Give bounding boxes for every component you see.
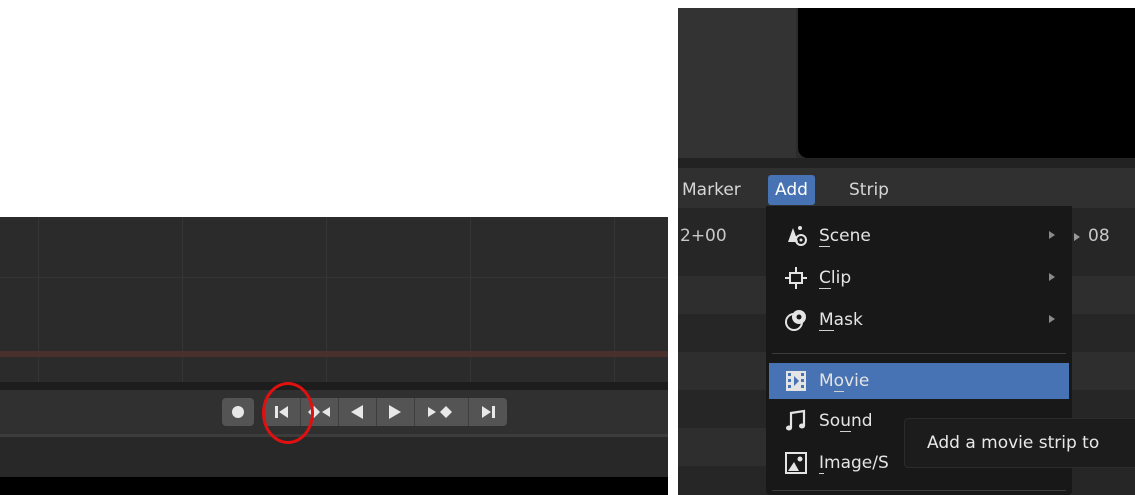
- sound-accelerator: u: [840, 411, 851, 432]
- jump-to-endpoint-icon: [481, 406, 495, 418]
- mask-label: ask: [833, 310, 863, 330]
- timeline-lower-area: [0, 437, 668, 477]
- sound-label-post: nd: [850, 411, 873, 431]
- grid-line: [614, 217, 615, 382]
- submenu-arrow: [1049, 231, 1055, 239]
- play-button[interactable]: [376, 398, 414, 426]
- menu-item-mask[interactable]: Mask: [769, 302, 1069, 338]
- submenu-arrow: [1049, 273, 1055, 281]
- playhead-marker: [1074, 233, 1080, 241]
- scene-accelerator: S: [819, 226, 830, 247]
- sequencer-panel: Marker Add Strip 2+00 10 08 Scene Clip M…: [678, 8, 1135, 495]
- clip-accelerator: C: [819, 268, 831, 289]
- clip-label: lip: [830, 268, 852, 288]
- mask-icon: [783, 307, 809, 333]
- movie-accelerator: o: [833, 371, 845, 392]
- timeline-frame-label: 2+00: [680, 226, 727, 246]
- scene-icon: [783, 223, 809, 249]
- menu-separator: [772, 490, 1066, 491]
- timeline-grid: [0, 217, 668, 382]
- next-keyframe-icon: [428, 406, 452, 418]
- grid-line: [326, 217, 327, 382]
- movie-label-post: vie: [844, 371, 870, 391]
- image-icon: [783, 450, 809, 476]
- scene-label: cene: [829, 226, 871, 246]
- grid-line: [182, 217, 183, 382]
- menu-add[interactable]: Add: [768, 175, 815, 205]
- timeline-frame-label: 08: [1088, 226, 1110, 246]
- grid-line: [470, 217, 471, 382]
- clip-icon: [783, 265, 809, 291]
- grid-line: [0, 277, 668, 278]
- menu-item-scene[interactable]: Scene: [769, 218, 1069, 254]
- menu-strip[interactable]: Strip: [842, 175, 896, 205]
- record-button[interactable]: [222, 398, 254, 426]
- menu-marker[interactable]: Marker: [678, 175, 748, 205]
- sound-label-pre: So: [819, 411, 841, 431]
- record-icon: [232, 406, 244, 418]
- divider: [678, 158, 1135, 168]
- grid-line: [38, 217, 39, 382]
- menu-item-movie[interactable]: Movie: [769, 363, 1069, 399]
- divider: [0, 382, 668, 390]
- sound-icon: [783, 408, 809, 434]
- tooltip: Add a movie strip to: [904, 418, 1135, 468]
- play-icon: [389, 405, 401, 419]
- play-reverse-icon: [351, 405, 363, 419]
- movie-icon: [783, 368, 809, 394]
- jump-to-end-button[interactable]: [468, 398, 507, 426]
- movie-label-pre: M: [819, 371, 834, 391]
- preview-viewer: [798, 8, 1135, 158]
- menu-item-clip[interactable]: Clip: [769, 260, 1069, 296]
- annotation-circle: [262, 382, 314, 444]
- jump-to-next-keyframe-button[interactable]: [414, 398, 468, 426]
- timeline-panel: [0, 217, 668, 495]
- submenu-arrow: [1049, 315, 1055, 323]
- mask-accelerator: M: [819, 310, 834, 331]
- play-reverse-button[interactable]: [338, 398, 376, 426]
- menu-separator: [772, 353, 1066, 354]
- frame-range-indicator: [0, 351, 668, 357]
- status-strip: [0, 477, 668, 495]
- preview-side-area: [678, 8, 796, 158]
- image-label: mage/S: [824, 453, 889, 473]
